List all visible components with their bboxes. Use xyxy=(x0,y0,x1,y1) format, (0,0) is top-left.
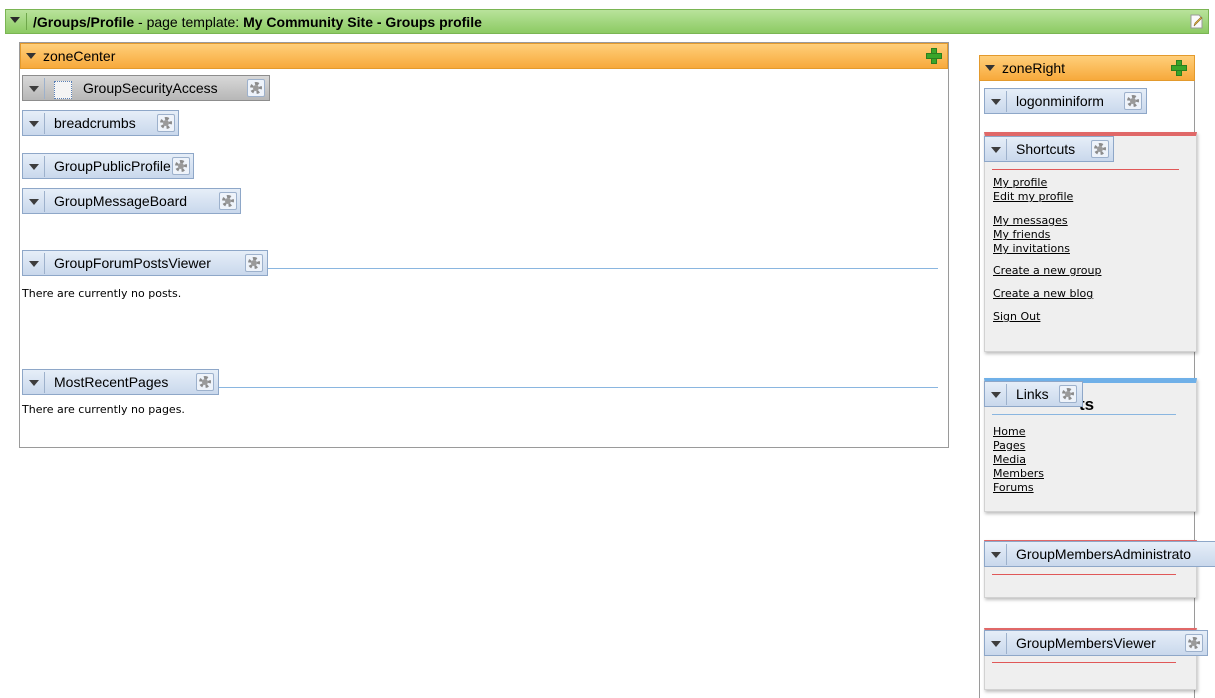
shortcut-sign-out-link[interactable]: Sign Out xyxy=(993,310,1101,324)
gear-icon[interactable] xyxy=(219,192,237,210)
divider xyxy=(1006,633,1007,654)
link-pages[interactable]: Pages xyxy=(993,439,1044,453)
chevron-down-icon[interactable] xyxy=(991,99,1001,105)
template-collapse-arrow-icon[interactable] xyxy=(10,17,20,23)
webpart-group-security-access[interactable]: GroupSecurityAccess xyxy=(22,75,270,101)
webpart-label: GroupSecurityAccess xyxy=(83,80,218,96)
webpart-group-message-board[interactable]: GroupMessageBoard xyxy=(22,188,241,214)
webpart-group-members-administration[interactable]: GroupMembersAdministrato xyxy=(984,541,1215,567)
chevron-down-icon[interactable] xyxy=(29,261,39,267)
chevron-down-icon[interactable] xyxy=(991,392,1001,398)
divider xyxy=(1006,544,1007,565)
chevron-down-icon[interactable] xyxy=(29,121,39,127)
divider xyxy=(44,113,45,134)
chevron-down-icon[interactable] xyxy=(29,86,39,92)
add-webpart-plus-icon[interactable] xyxy=(1170,59,1188,77)
divider xyxy=(992,414,1176,415)
webpart-label: GroupMembersAdministrato xyxy=(1016,546,1192,562)
zone-right-label: zoneRight xyxy=(1002,60,1066,76)
chevron-down-icon[interactable] xyxy=(29,164,39,170)
webpart-label: GroupPublicProfile xyxy=(54,158,171,174)
template-name: My Community Site - Groups profile xyxy=(243,14,482,30)
webpart-most-recent-pages[interactable]: MostRecentPages xyxy=(22,369,219,395)
template-title: /Groups/Profile - page template: My Comm… xyxy=(33,14,482,30)
shortcut-my-messages-link[interactable]: My messages xyxy=(993,214,1101,228)
webpart-label: logonminiform xyxy=(1016,93,1104,109)
webpart-label: breadcrumbs xyxy=(54,115,136,131)
gear-icon[interactable] xyxy=(196,373,214,391)
zone-right-header: zoneRight xyxy=(979,55,1195,81)
webpart-logonminiform[interactable]: logonminiform xyxy=(984,88,1147,114)
shortcut-my-invitations-link[interactable]: My invitations xyxy=(993,242,1101,256)
divider xyxy=(44,156,45,177)
chevron-down-icon[interactable] xyxy=(991,552,1001,558)
webpart-label: Shortcuts xyxy=(1016,141,1076,157)
divider xyxy=(1006,384,1007,405)
divider xyxy=(1006,139,1007,160)
link-forums[interactable]: Forums xyxy=(993,481,1044,495)
link-media[interactable]: Media xyxy=(993,453,1044,467)
webpart-group-forum-posts-viewer[interactable]: GroupForumPostsViewer xyxy=(22,250,268,276)
zone-collapse-arrow-icon[interactable] xyxy=(26,53,36,59)
webpart-label: GroupMembersViewer xyxy=(1016,635,1156,651)
chevron-down-icon[interactable] xyxy=(991,147,1001,153)
gear-icon[interactable] xyxy=(1124,92,1142,110)
shortcut-create-group-link[interactable]: Create a new group xyxy=(993,264,1101,278)
no-pages-message: There are currently no pages. xyxy=(22,403,185,416)
divider xyxy=(44,191,45,212)
link-members[interactable]: Members xyxy=(993,467,1044,481)
edit-page-icon[interactable] xyxy=(1189,14,1204,29)
shortcut-my-profile-link[interactable]: My profile xyxy=(993,176,1101,190)
webpart-group-members-viewer[interactable]: GroupMembersViewer xyxy=(984,630,1208,656)
shortcuts-list: My profile Edit my profile My messages M… xyxy=(993,176,1101,324)
webpart-label: GroupMessageBoard xyxy=(54,193,188,209)
chevron-down-icon[interactable] xyxy=(991,641,1001,647)
webpart-group-public-profile[interactable]: GroupPublicProfile xyxy=(22,153,194,179)
webpart-links[interactable]: Links xyxy=(984,381,1083,407)
webpart-shortcuts[interactable]: Shortcuts xyxy=(984,136,1114,162)
webpart-label: Links xyxy=(1016,386,1049,402)
gear-icon[interactable] xyxy=(245,254,263,272)
gear-icon[interactable] xyxy=(1091,140,1109,158)
gear-icon[interactable] xyxy=(1059,385,1077,403)
shortcut-create-blog-link[interactable]: Create a new blog xyxy=(993,287,1101,301)
divider xyxy=(992,169,1179,170)
gear-icon[interactable] xyxy=(157,114,175,132)
divider xyxy=(992,574,1176,575)
webpart-breadcrumbs[interactable]: breadcrumbs xyxy=(22,110,179,136)
gear-icon[interactable] xyxy=(172,157,190,175)
chevron-down-icon[interactable] xyxy=(29,199,39,205)
page-path: /Groups/Profile xyxy=(33,14,135,30)
add-webpart-plus-icon[interactable] xyxy=(925,47,943,65)
shortcut-edit-profile-link[interactable]: Edit my profile xyxy=(993,190,1101,204)
divider xyxy=(44,372,45,393)
divider xyxy=(44,253,45,274)
divider xyxy=(26,13,27,30)
zone-center-label: zoneCenter xyxy=(43,48,116,64)
divider xyxy=(44,78,45,99)
divider xyxy=(992,662,1176,663)
zone-center-header: zoneCenter xyxy=(20,43,948,69)
webpart-label: MostRecentPages xyxy=(54,374,169,390)
divider xyxy=(1006,91,1007,112)
shortcut-my-friends-link[interactable]: My friends xyxy=(993,228,1101,242)
select-checkbox[interactable] xyxy=(54,81,72,99)
zone-collapse-arrow-icon[interactable] xyxy=(985,65,995,71)
links-list: Home Pages Media Members Forums xyxy=(993,425,1044,495)
gear-icon[interactable] xyxy=(1185,634,1203,652)
webpart-label: GroupForumPostsViewer xyxy=(54,255,211,271)
gear-icon[interactable] xyxy=(247,79,265,97)
link-home[interactable]: Home xyxy=(993,425,1044,439)
template-separator-text: - page template: xyxy=(134,14,244,30)
no-posts-message: There are currently no posts. xyxy=(22,287,182,300)
page-template-bar: /Groups/Profile - page template: My Comm… xyxy=(5,9,1209,34)
chevron-down-icon[interactable] xyxy=(29,380,39,386)
shortcuts-panel: My profile Edit my profile My messages M… xyxy=(984,132,1197,352)
